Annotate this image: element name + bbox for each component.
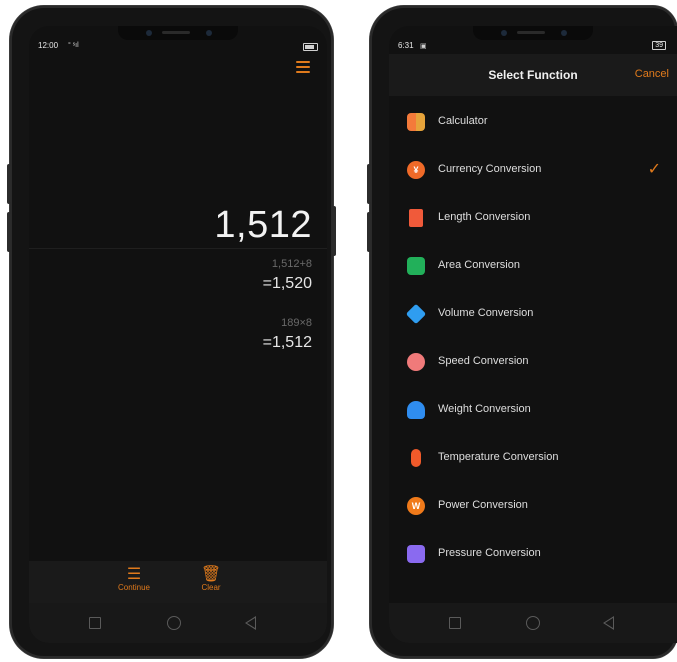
camera-icon [146, 30, 152, 36]
status-bar: 12:00 ° ˢıl [38, 41, 318, 53]
function-item-area[interactable]: Area Conversion [389, 242, 677, 290]
divider [29, 248, 327, 249]
trash-icon: 🗑 [200, 566, 222, 583]
back-icon[interactable] [603, 616, 614, 630]
function-item-pressure[interactable]: Pressure Conversion [389, 530, 677, 578]
function-item-volume[interactable]: Volume Conversion [389, 290, 677, 338]
function-item-temperature[interactable]: Temperature Conversion [389, 434, 677, 482]
power-icon: W [407, 497, 425, 515]
function-item-weight[interactable]: Weight Conversion [389, 386, 677, 434]
battery-icon [303, 43, 318, 51]
calculator-screen: 12:00 ° ˢıl 1,512 1,512+8 =1,520 189×8 =… [29, 26, 327, 643]
function-label: Speed Conversion [438, 355, 529, 367]
history-expression[interactable]: 1,512+8 [272, 258, 312, 270]
function-item-power[interactable]: W Power Conversion [389, 482, 677, 530]
volume-button [367, 164, 371, 204]
function-item-length[interactable]: Length Conversion [389, 194, 677, 242]
notch [118, 26, 238, 40]
photo-icon: ▣ [420, 43, 427, 50]
pressure-gauge-icon [407, 545, 425, 563]
volume-button [7, 212, 11, 252]
function-label: Currency Conversion [438, 163, 542, 175]
continue-label: Continue [117, 583, 151, 592]
recents-icon[interactable] [449, 617, 461, 629]
power-button [332, 206, 336, 256]
currency-icon: ¥ [407, 161, 425, 179]
function-label: Power Conversion [438, 499, 528, 511]
calculator-result: 1,512 [214, 204, 312, 246]
thermometer-icon [411, 449, 421, 467]
volume-button [367, 212, 371, 252]
ruler-icon [409, 209, 423, 227]
sensor-icon [206, 30, 212, 36]
function-label: Volume Conversion [438, 307, 534, 319]
signal-icon: ° ˢıl [68, 42, 79, 49]
weight-icon [407, 401, 425, 419]
function-label: Area Conversion [438, 259, 520, 271]
status-time: 6:31 [398, 41, 414, 50]
phone-calculator: 12:00 ° ˢıl 1,512 1,512+8 =1,520 189×8 =… [7, 6, 336, 658]
speaker-icon [517, 31, 545, 34]
navigation-bar [389, 603, 677, 643]
continue-icon: ☰ [126, 566, 142, 583]
menu-icon[interactable] [296, 61, 310, 73]
calculator-icon [407, 113, 425, 131]
function-label: Temperature Conversion [438, 451, 559, 463]
camera-icon [501, 30, 507, 36]
back-icon[interactable] [245, 616, 256, 630]
status-time: 12:00 [38, 41, 59, 50]
cancel-button[interactable]: Cancel [635, 68, 669, 80]
volume-button [7, 164, 11, 204]
history-result[interactable]: =1,512 [263, 334, 312, 352]
history-action-bar: ☰ Continue 🗑 Clear [29, 561, 327, 603]
cube-icon [405, 303, 427, 325]
phone-select-function: 6:31 ▣ 39 Select Function Cancel Calcula… [367, 6, 677, 658]
function-label: Pressure Conversion [438, 547, 541, 559]
speaker-icon [162, 31, 190, 34]
function-label: Weight Conversion [438, 403, 531, 415]
header: Select Function Cancel [389, 54, 677, 96]
home-icon[interactable] [167, 616, 181, 630]
function-item-currency[interactable]: ¥ Currency Conversion ✓ [389, 146, 677, 194]
notch [473, 26, 593, 40]
function-item-speed[interactable]: Speed Conversion [389, 338, 677, 386]
function-label: Length Conversion [438, 211, 531, 223]
recents-icon[interactable] [89, 617, 101, 629]
checkmark-icon: ✓ [647, 161, 661, 178]
clear-label: Clear [201, 583, 221, 592]
status-bar: 6:31 ▣ 39 [398, 41, 668, 53]
area-icon [407, 257, 425, 275]
battery-icon: 39 [652, 41, 666, 50]
sensor-icon [561, 30, 567, 36]
speedometer-icon [407, 353, 425, 371]
function-label: Calculator [438, 115, 488, 127]
history-expression[interactable]: 189×8 [281, 317, 312, 329]
history-result[interactable]: =1,520 [263, 275, 312, 293]
select-function-screen: 6:31 ▣ 39 Select Function Cancel Calcula… [389, 26, 677, 643]
navigation-bar [29, 603, 327, 643]
continue-button[interactable]: ☰ Continue [104, 566, 164, 592]
clear-button[interactable]: 🗑 Clear [181, 566, 241, 592]
home-icon[interactable] [526, 616, 540, 630]
function-item-calculator[interactable]: Calculator [389, 98, 677, 146]
